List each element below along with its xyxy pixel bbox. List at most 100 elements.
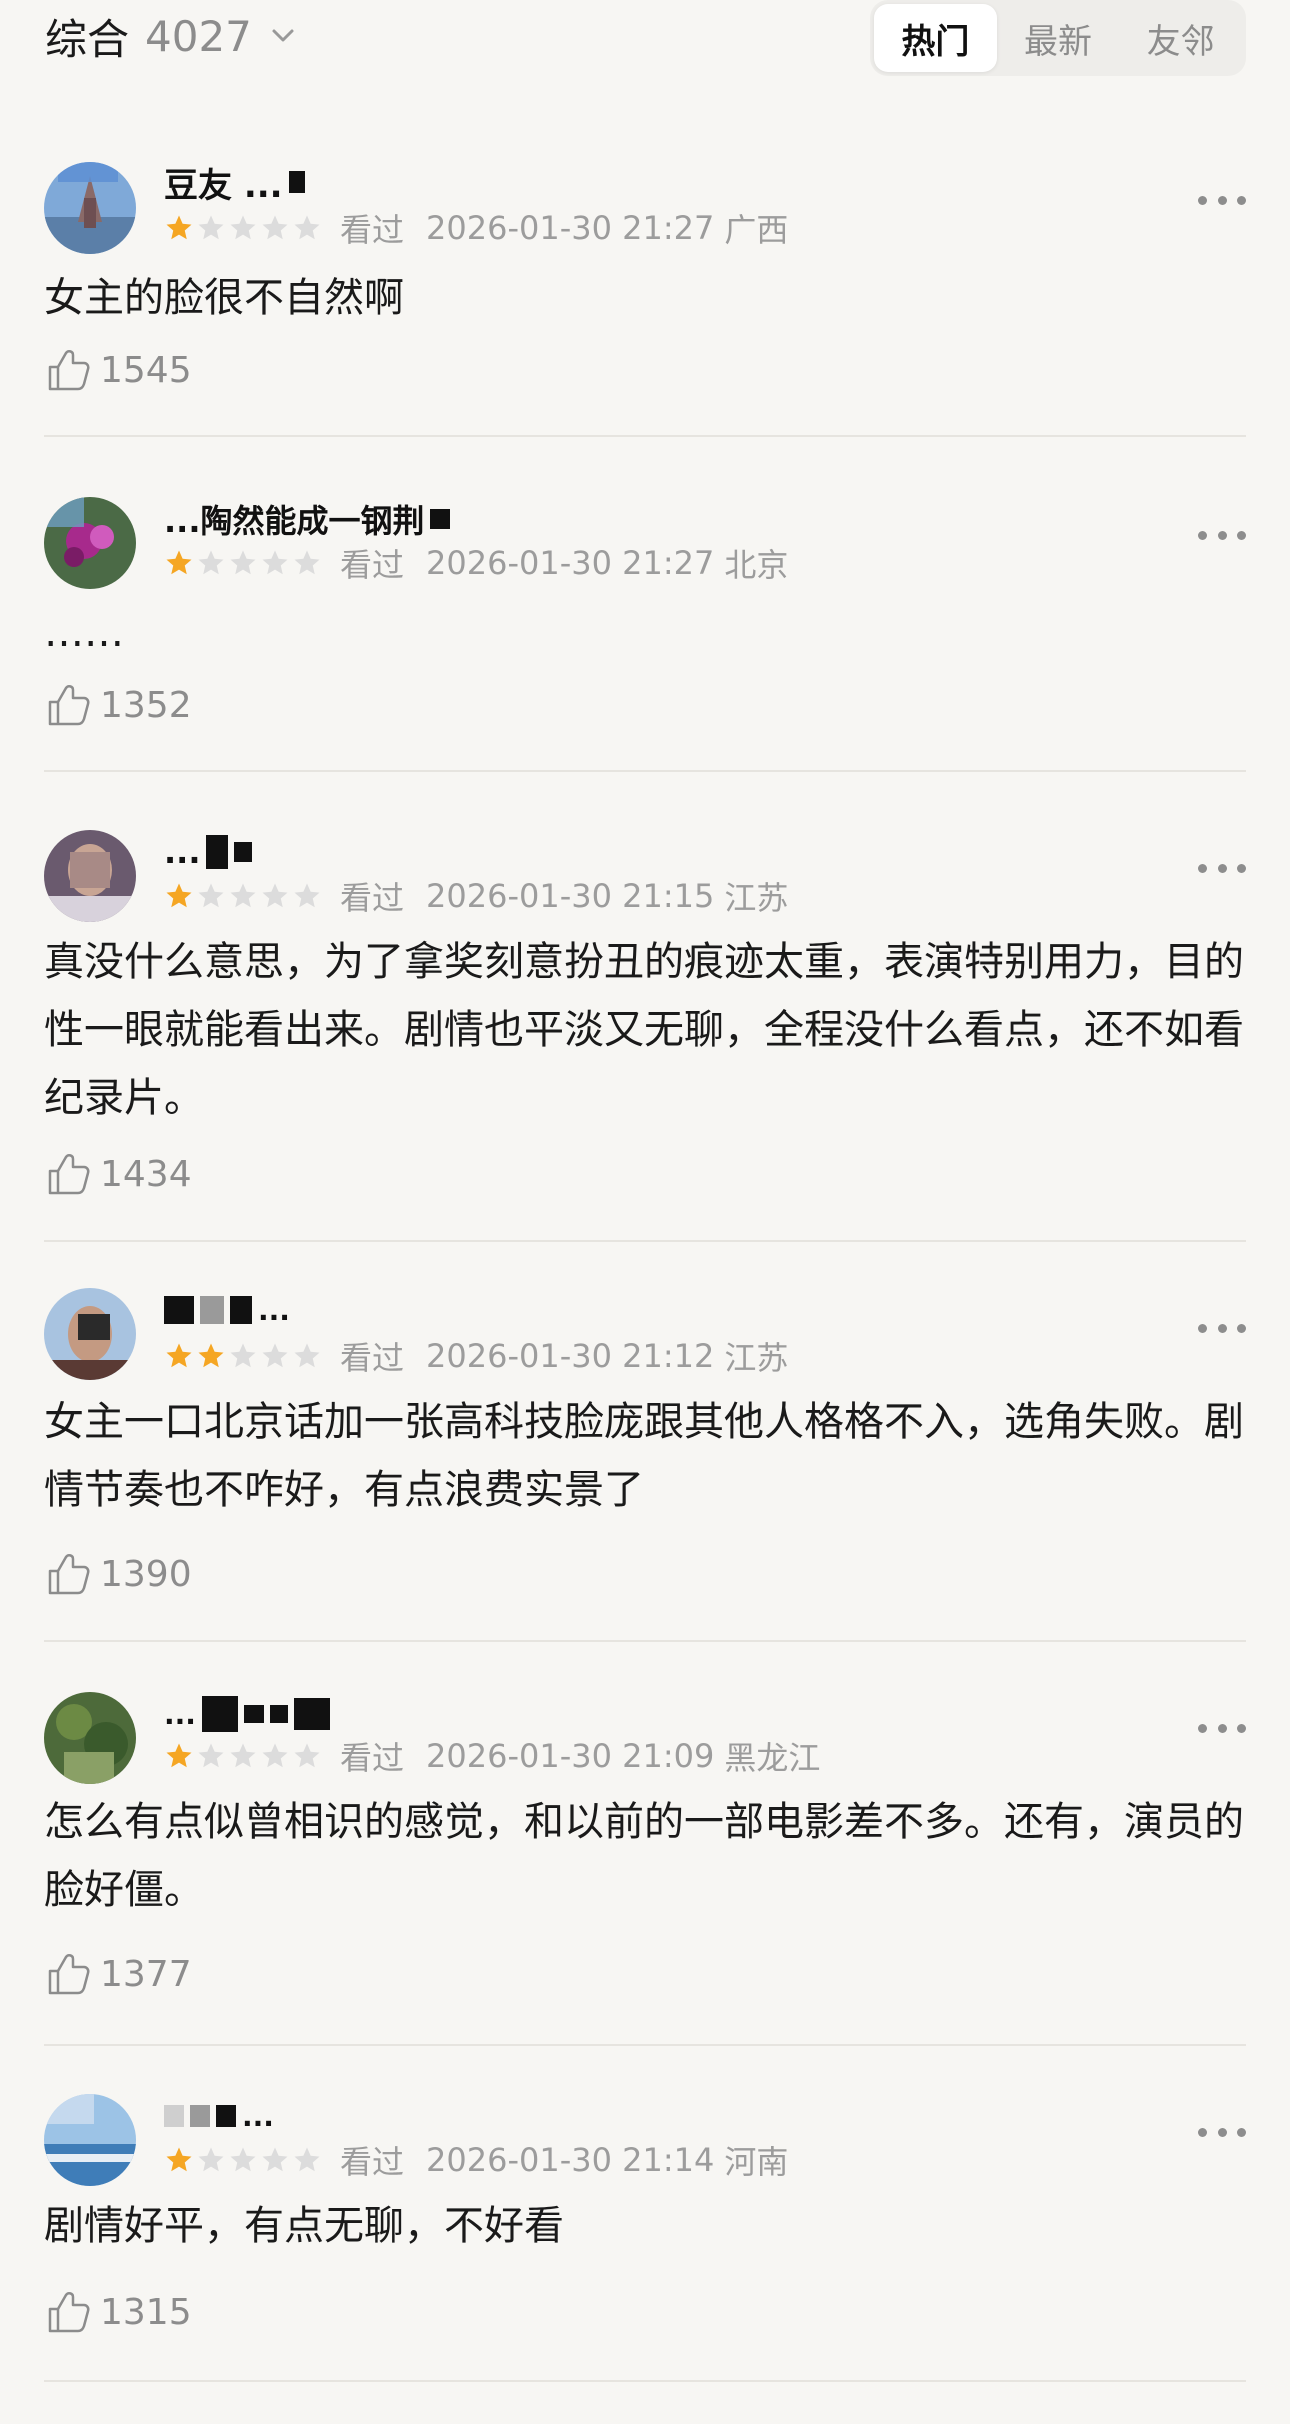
star-filled-icon	[198, 1343, 224, 1368]
username[interactable]: ...陶然能成一钢荆	[164, 499, 451, 540]
username-text: 豆友 ...	[164, 165, 283, 206]
star-empty-icon	[294, 550, 320, 575]
username-mosaic	[293, 1698, 330, 1730]
star-rating	[164, 548, 322, 578]
username[interactable]: ...	[164, 1694, 330, 1734]
like-button[interactable]: 1315	[44, 2286, 192, 2338]
review-item: 豆友 ... 看过 2026-01-30 21:27 广西 女主的脸很不自然啊 …	[44, 110, 1246, 437]
username-text: ...	[242, 2099, 274, 2133]
username-mosaic	[190, 2105, 210, 2127]
like-button[interactable]: 1390	[44, 1548, 192, 1600]
username-text: ...	[258, 1293, 290, 1327]
review-location: 河南	[724, 2143, 789, 2181]
review-list: 豆友 ... 看过 2026-01-30 21:27 广西 女主的脸很不自然啊 …	[0, 110, 1290, 2382]
username-mosaic	[288, 171, 305, 193]
review-content: ……	[44, 610, 124, 656]
thumbs-up-icon	[48, 2292, 90, 2333]
tab-latest[interactable]: 最新	[997, 4, 1120, 72]
review-content: 怎么有点似曾相识的感觉，和以前的一部电影差不多。还有，演员的脸好僵。	[44, 1799, 1244, 1913]
username-mosaic	[201, 1696, 238, 1732]
star-empty-icon	[230, 550, 256, 575]
username-mosaic	[164, 2105, 184, 2127]
watch-status: 看过	[340, 1339, 405, 1377]
review-time: 2026-01-30 21:27	[426, 544, 715, 582]
star-empty-icon	[230, 883, 256, 908]
review-item: ... 看过 2026-01-30 21:12 江苏 女主一口北京话加一张高科技…	[44, 1242, 1246, 1642]
star-empty-icon	[198, 550, 224, 575]
review-location: 广西	[724, 211, 789, 249]
avatar[interactable]	[44, 830, 136, 922]
watch-status: 看过	[340, 879, 405, 917]
more-options-icon[interactable]	[1198, 1318, 1246, 1338]
avatar[interactable]	[44, 497, 136, 589]
review-meta: 看过 2026-01-30 21:27 北京	[164, 541, 788, 585]
review-time: 2026-01-30 21:12	[426, 1337, 715, 1375]
username-mosaic	[430, 509, 451, 529]
avatar[interactable]	[44, 162, 136, 254]
star-empty-icon	[262, 883, 288, 908]
review-content: 女主一口北京话加一张高科技脸庞跟其他人格格不入，选角失败。剧情节奏也不咋好，有点…	[44, 1399, 1244, 1513]
review-meta: 看过 2026-01-30 21:09 黑龙江	[164, 1734, 820, 1778]
like-button[interactable]: 1352	[44, 679, 192, 731]
thumbs-up-icon	[48, 1154, 90, 1195]
watch-status: 看过	[340, 1739, 405, 1777]
star-empty-icon	[230, 1343, 256, 1368]
like-button[interactable]: 1545	[44, 344, 192, 396]
star-empty-icon	[230, 215, 256, 240]
review-item: ... 看过 2026-01-30 21:15 江苏 真没什么意思，为了拿奖刻意…	[44, 772, 1246, 1242]
star-empty-icon	[198, 2147, 224, 2172]
username[interactable]: ...	[164, 1290, 290, 1330]
review-location: 江苏	[724, 1339, 789, 1377]
review-location: 北京	[724, 546, 789, 584]
star-rating	[164, 1741, 322, 1771]
star-filled-icon	[166, 1743, 192, 1768]
username-mosaic	[216, 2105, 236, 2127]
watch-status: 看过	[340, 211, 405, 249]
more-options-icon[interactable]	[1198, 858, 1246, 878]
more-options-icon[interactable]	[1198, 525, 1246, 545]
tab-friends[interactable]: 友邻	[1119, 4, 1242, 72]
username-text: ...	[164, 1697, 196, 1731]
star-rating	[164, 881, 322, 911]
star-filled-icon	[166, 215, 192, 240]
star-empty-icon	[262, 2147, 288, 2172]
more-options-icon[interactable]	[1198, 190, 1246, 210]
sort-tabs: 热门 最新 友邻	[870, 0, 1246, 76]
username[interactable]: 豆友 ...	[164, 162, 305, 206]
avatar[interactable]	[44, 1692, 136, 1784]
username-mosaic	[234, 842, 253, 862]
star-empty-icon	[294, 1743, 320, 1768]
watch-status: 看过	[340, 546, 405, 584]
sort-filter-dropdown[interactable]: 综合 4027	[45, 10, 298, 64]
username[interactable]: ...	[164, 2096, 274, 2136]
more-options-icon[interactable]	[1198, 2122, 1246, 2142]
avatar[interactable]	[44, 2094, 136, 2186]
username-text: ...	[164, 833, 201, 871]
username[interactable]: ...	[164, 832, 253, 872]
like-count: 1315	[100, 2291, 192, 2333]
star-empty-icon	[198, 215, 224, 240]
star-filled-icon	[166, 883, 192, 908]
star-empty-icon	[294, 883, 320, 908]
tab-hot[interactable]: 热门	[874, 4, 997, 72]
username-mosaic	[200, 1296, 224, 1324]
review-meta: 看过 2026-01-30 21:14 河南	[164, 2138, 788, 2182]
review-item: ...陶然能成一钢荆 看过 2026-01-30 21:27 北京 …… 135…	[44, 437, 1246, 772]
review-content: 女主的脸很不自然啊	[44, 275, 404, 321]
star-empty-icon	[262, 550, 288, 575]
star-filled-icon	[166, 1343, 192, 1368]
star-filled-icon	[166, 550, 192, 575]
username-mosaic	[243, 1705, 264, 1723]
star-empty-icon	[294, 2147, 320, 2172]
username-mosaic	[164, 1296, 194, 1324]
thumbs-up-icon	[48, 1954, 90, 1995]
star-empty-icon	[230, 2147, 256, 2172]
avatar[interactable]	[44, 1288, 136, 1380]
star-empty-icon	[262, 215, 288, 240]
like-button[interactable]: 1377	[44, 1948, 192, 2000]
like-button[interactable]: 1434	[44, 1148, 192, 1200]
review-content: 真没什么意思，为了拿奖刻意扮丑的痕迹太重，表演特别用力，目的性一眼就能看出来。剧…	[44, 939, 1244, 1121]
more-options-icon[interactable]	[1198, 1718, 1246, 1738]
filter-label: 综合	[45, 14, 130, 64]
star-rating	[164, 2145, 322, 2175]
